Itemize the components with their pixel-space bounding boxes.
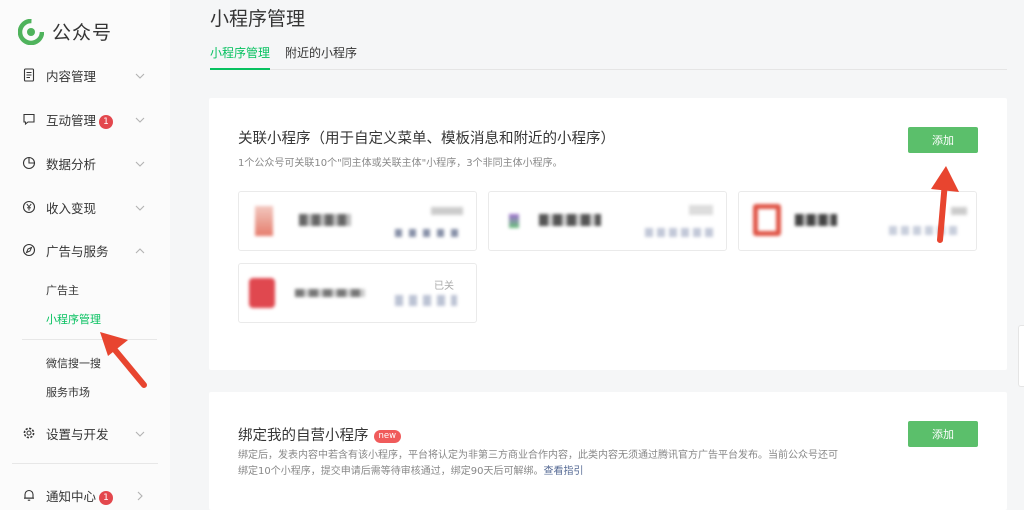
description-line: 绑定后，发表内容中若含有该小程序，平台将认定为非第三方商业合作内容，此类内容无须… bbox=[238, 450, 838, 461]
miniprogram-avatar bbox=[255, 206, 273, 236]
description-line: 绑定10个小程序，提交申请后需等待审核通过，绑定90天后可解绑。查看指引 bbox=[238, 466, 584, 477]
miniprogram-card[interactable]: 已关 bbox=[238, 263, 477, 323]
sidebar-item-label: 内容管理 bbox=[46, 68, 97, 84]
miniprogram-meta bbox=[395, 229, 463, 237]
gear-icon bbox=[23, 427, 35, 439]
miniprogram-status: 已关 bbox=[434, 281, 454, 292]
sidebar-item-label: 设置与开发 bbox=[46, 426, 109, 442]
document-icon bbox=[23, 68, 35, 82]
miniprogram-meta bbox=[645, 228, 715, 237]
sidebar-item-interaction[interactable]: 互动管理 1 bbox=[0, 104, 170, 134]
sidebar-item-label: 广告与服务 bbox=[46, 243, 109, 259]
miniprogram-avatar bbox=[509, 214, 519, 228]
chevron-up-icon bbox=[135, 248, 145, 254]
card-title: 绑定我的自营小程序 new bbox=[238, 424, 402, 445]
logo-text: 公众号 bbox=[52, 22, 113, 44]
chat-icon bbox=[23, 113, 35, 126]
sidebar-item-label: 数据分析 bbox=[46, 156, 97, 172]
sidebar-subitem-wechat-search[interactable]: 微信搜一搜 bbox=[46, 355, 101, 371]
sidebar-item-ads-services[interactable]: 广告与服务 bbox=[0, 235, 170, 265]
card-title: 关联小程序（用于自定义菜单、模板消息和附近的小程序） bbox=[238, 131, 615, 147]
side-panel-handle[interactable] bbox=[1018, 325, 1024, 387]
miniprogram-meta bbox=[395, 295, 457, 306]
sidebar-item-analytics[interactable]: 数据分析 bbox=[0, 148, 170, 178]
miniprogram-card[interactable] bbox=[238, 191, 477, 251]
add-linked-miniprogram-button[interactable]: 添加 bbox=[908, 127, 978, 153]
miniprogram-meta bbox=[689, 205, 713, 215]
chevron-down-icon bbox=[135, 161, 145, 167]
tab-nearby-miniprograms[interactable]: 附近的小程序 bbox=[285, 44, 357, 68]
unread-badge: 1 bbox=[99, 114, 114, 129]
sidebar-item-settings-dev[interactable]: 设置与开发 bbox=[0, 418, 170, 448]
tab-miniprogram-management[interactable]: 小程序管理 bbox=[210, 44, 271, 70]
card-description: 绑定后，发表内容中若含有该小程序，平台将认定为非第三方商业合作内容，此类内容无须… bbox=[238, 448, 878, 480]
logo[interactable]: 公众号 bbox=[18, 18, 112, 45]
annotation-arrow-icon bbox=[931, 166, 959, 243]
yen-icon bbox=[22, 200, 36, 214]
chevron-down-icon bbox=[135, 117, 145, 123]
sidebar-item-notifications[interactable]: 通知中心 1 bbox=[0, 480, 170, 510]
chevron-down-icon bbox=[135, 205, 145, 211]
sidebar-item-label: 互动管理 1 bbox=[46, 110, 114, 129]
chevron-down-icon bbox=[135, 431, 145, 437]
sidebar-subitem-advertiser[interactable]: 广告主 bbox=[46, 282, 79, 298]
chevron-right-icon bbox=[137, 491, 143, 501]
sidebar-subitem-service-market[interactable]: 服务市场 bbox=[46, 384, 90, 400]
sidebar-item-monetization[interactable]: 收入变现 bbox=[0, 192, 170, 222]
guide-link[interactable]: 查看指引 bbox=[543, 466, 583, 477]
miniprogram-name bbox=[795, 214, 837, 226]
add-bound-miniprogram-button[interactable]: 添加 bbox=[908, 421, 978, 447]
miniprogram-meta bbox=[431, 207, 463, 215]
compass-icon bbox=[22, 243, 36, 257]
wechat-mp-logo-icon bbox=[18, 18, 44, 45]
tab-bar: 小程序管理 附近的小程序 bbox=[210, 44, 1007, 70]
sidebar-divider bbox=[12, 463, 158, 464]
sidebar-item-label: 收入变现 bbox=[46, 200, 97, 216]
sidebar-item-label: 通知中心 1 bbox=[46, 486, 114, 505]
miniprogram-name bbox=[299, 214, 351, 226]
miniprogram-card[interactable] bbox=[488, 191, 727, 251]
new-badge: new bbox=[373, 430, 402, 443]
sidebar-item-content[interactable]: 内容管理 bbox=[0, 60, 170, 90]
linked-miniprograms-card: 关联小程序（用于自定义菜单、模板消息和附近的小程序） 1个公众号可关联10个"同… bbox=[209, 98, 1007, 370]
miniprogram-name bbox=[539, 214, 601, 226]
sidebar-subitem-miniprogram-management[interactable]: 小程序管理 bbox=[46, 311, 101, 327]
pie-chart-icon bbox=[22, 156, 36, 170]
sidebar: 公众号 内容管理 互动管理 1 数据分析 收入变现 广告与服务 广告主 小程序管… bbox=[0, 0, 170, 510]
bell-icon bbox=[24, 489, 34, 501]
annotation-arrow-icon bbox=[100, 332, 147, 388]
card-description: 1个公众号可关联10个"同主体或关联主体"小程序，3个非同主体小程序。 bbox=[238, 158, 563, 169]
page-title: 小程序管理 bbox=[210, 8, 306, 30]
chevron-down-icon bbox=[135, 73, 145, 79]
unread-badge: 1 bbox=[99, 490, 114, 505]
miniprogram-avatar bbox=[249, 278, 275, 308]
miniprogram-avatar bbox=[753, 204, 781, 236]
bind-miniprogram-card: 绑定我的自营小程序 new 绑定后，发表内容中若含有该小程序，平台将认定为非第三方… bbox=[209, 392, 1007, 510]
miniprogram-name bbox=[295, 289, 365, 297]
